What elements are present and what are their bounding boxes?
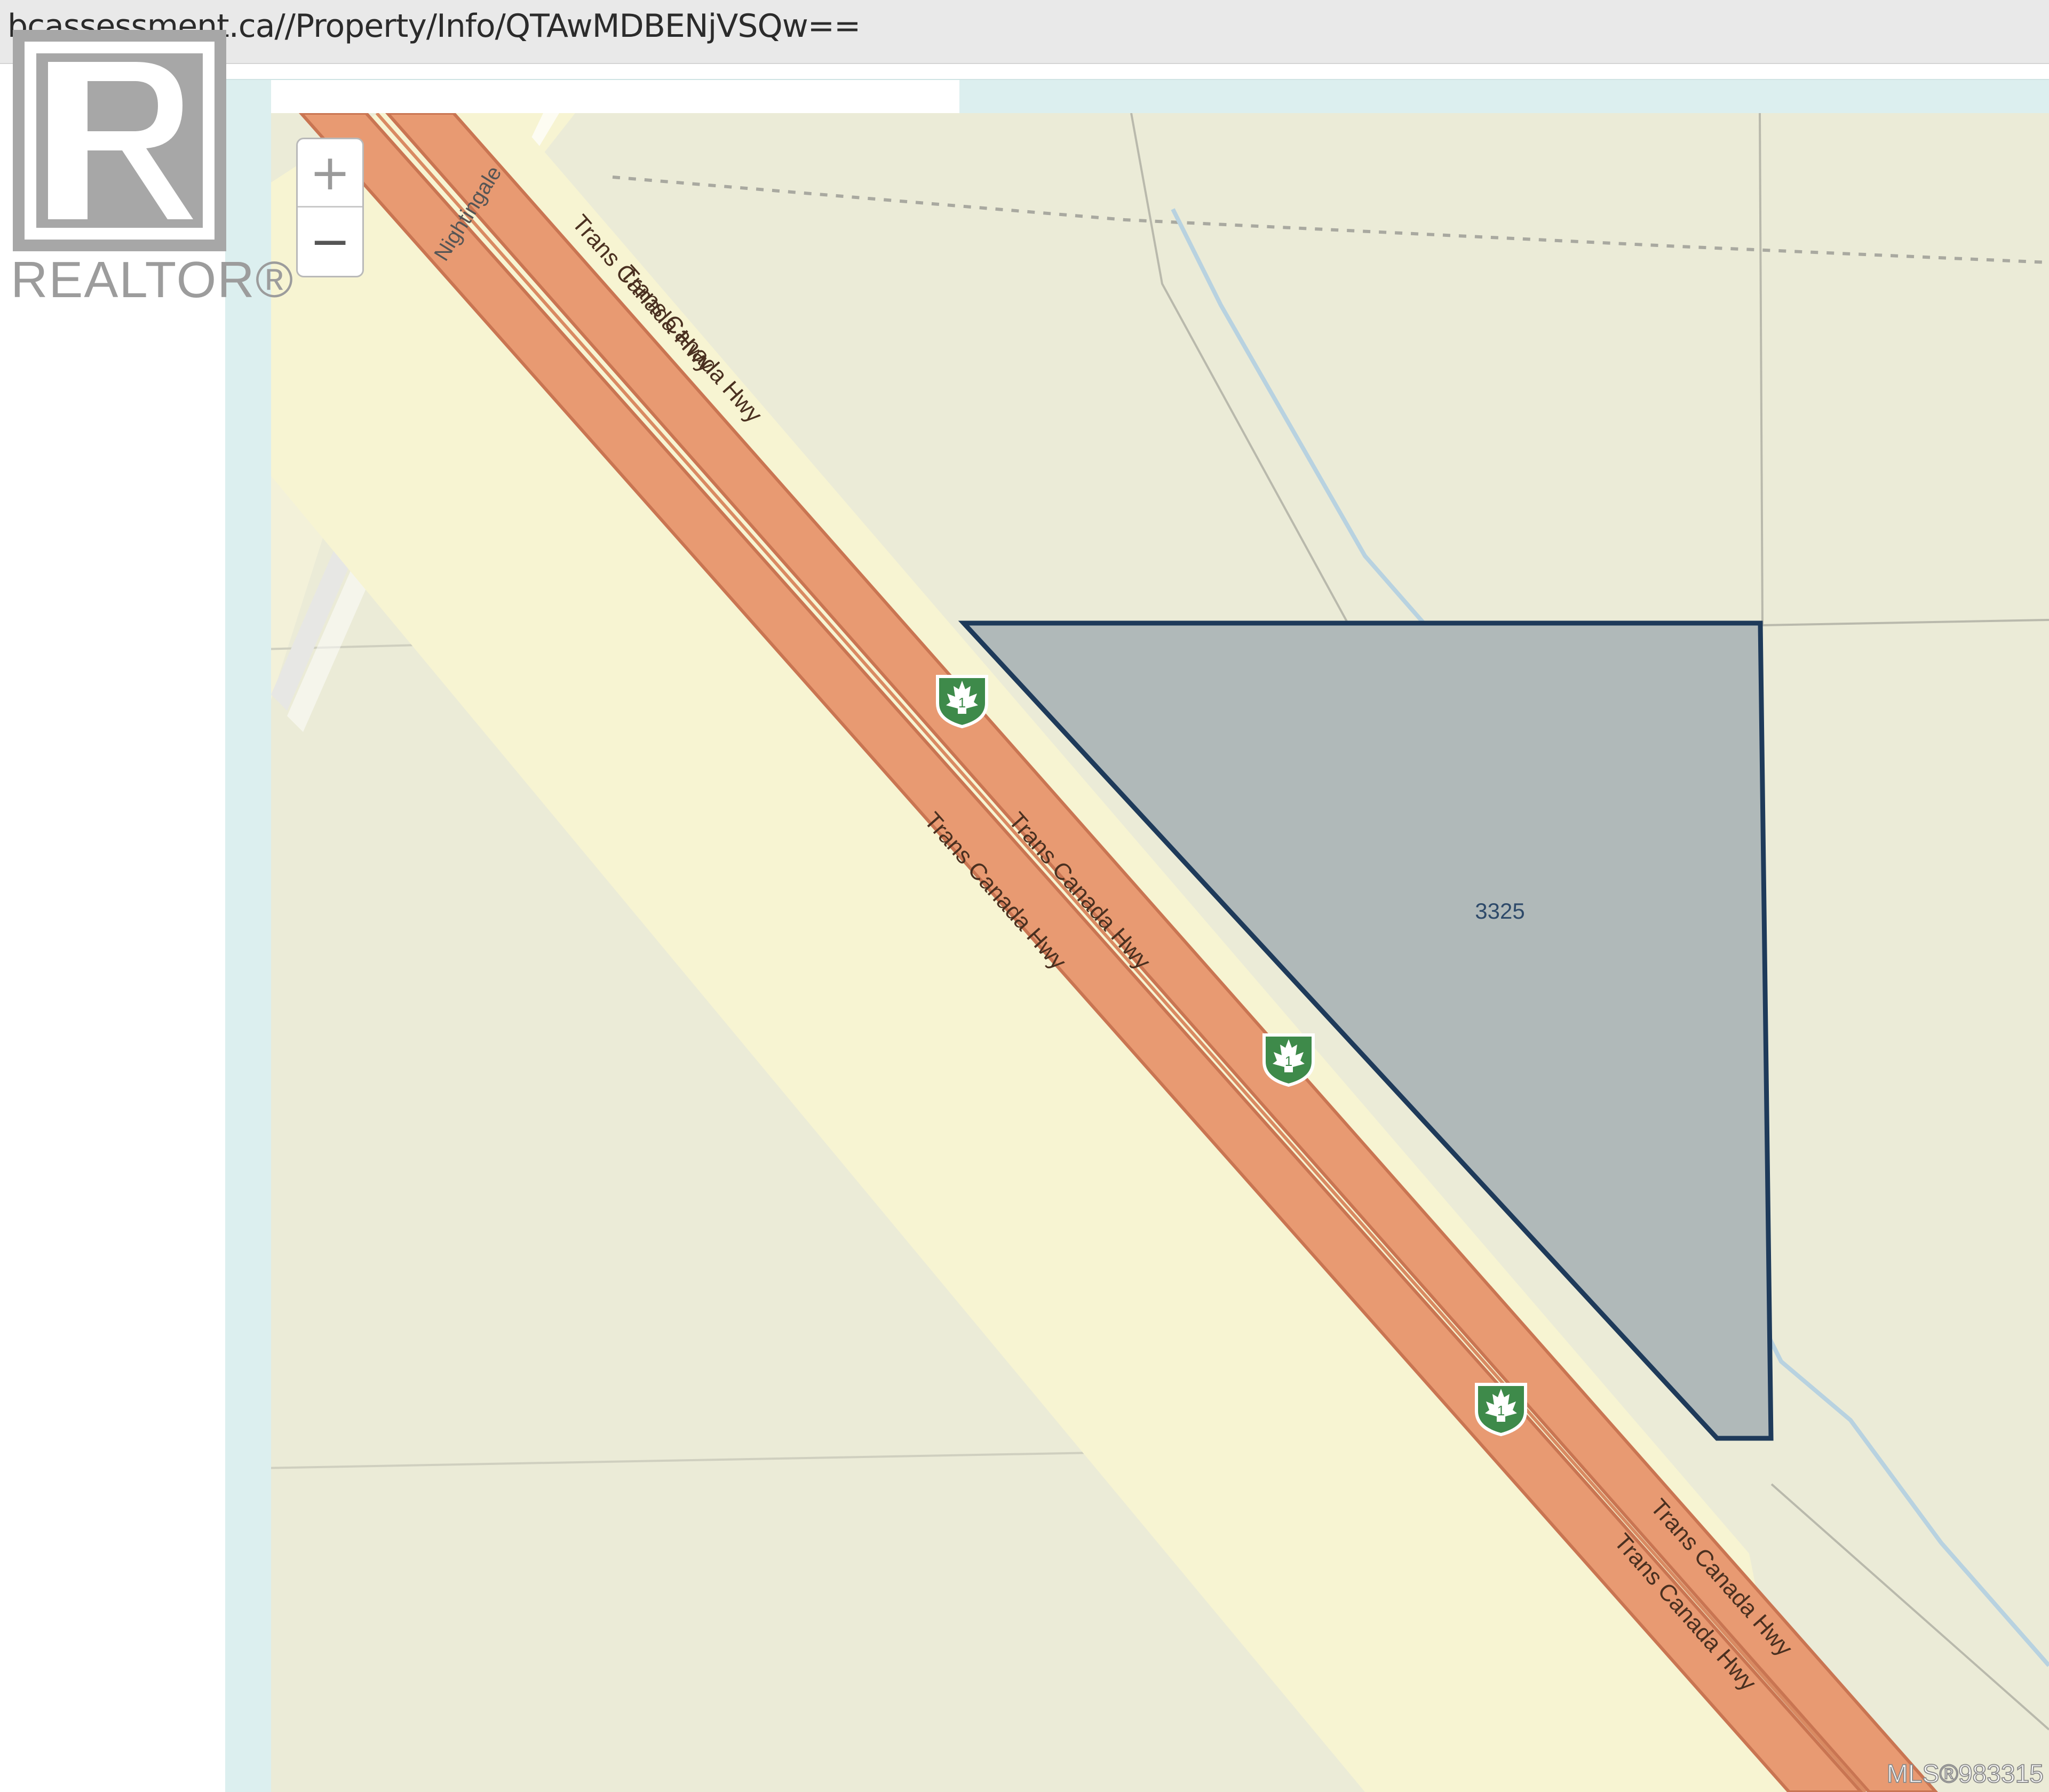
highway-shield-number: 1 bbox=[1497, 1403, 1505, 1419]
highway-shield-number: 1 bbox=[958, 695, 966, 711]
highway-shield-icon: 1 bbox=[1475, 1383, 1527, 1437]
realtor-r-icon bbox=[13, 30, 226, 251]
left-panel bbox=[0, 64, 225, 1792]
zoom-in-button[interactable]: + bbox=[298, 139, 362, 208]
address-bar[interactable]: bcassessment.ca//Property/Info/QTAwMDBEN… bbox=[0, 0, 2049, 64]
highway-shield-icon: 1 bbox=[1262, 1033, 1315, 1087]
map-svg: 3325 Nightingale Trans Canada Hwy Trans … bbox=[271, 113, 2049, 1792]
mls-watermark: MLS®983315 bbox=[1886, 1759, 2044, 1789]
map-frame-top-strip bbox=[271, 80, 959, 113]
realtor-logo-text: REALTOR® bbox=[11, 251, 295, 308]
page: bcassessment.ca//Property/Info/QTAwMDBEN… bbox=[0, 0, 2049, 1792]
map-frame-left-strip bbox=[225, 80, 271, 1792]
highway-shield-icon: 1 bbox=[936, 675, 988, 729]
parcel-number-label: 3325 bbox=[1475, 898, 1524, 923]
zoom-control: + − bbox=[296, 138, 364, 277]
map-frame-top-strip-teal bbox=[959, 80, 2049, 113]
realtor-logo: REALTOR® bbox=[11, 28, 293, 308]
map-canvas[interactable]: 3325 Nightingale Trans Canada Hwy Trans … bbox=[271, 113, 2049, 1792]
highway-shield-number: 1 bbox=[1285, 1053, 1292, 1069]
zoom-out-button[interactable]: − bbox=[298, 208, 362, 276]
